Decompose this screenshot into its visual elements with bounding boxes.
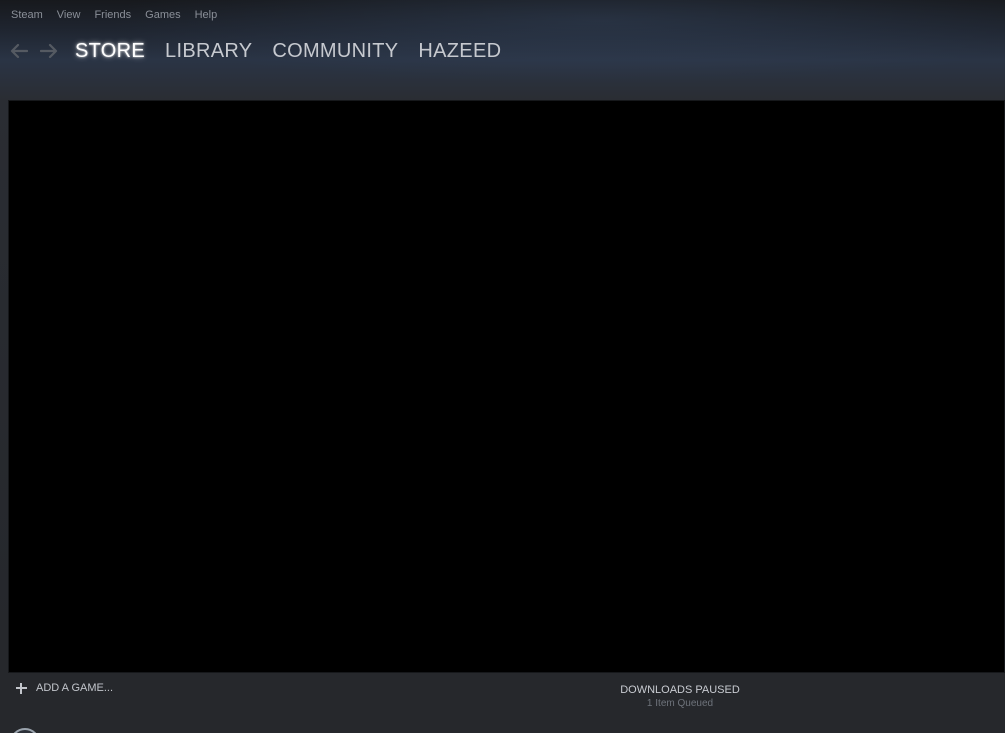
menu-friends[interactable]: Friends: [87, 0, 138, 30]
arrow-right-icon: [40, 43, 58, 59]
back-button[interactable]: [8, 40, 30, 62]
tab-community[interactable]: COMMUNITY: [272, 34, 398, 68]
navigation-bar: STORE LIBRARY COMMUNITY HAZEED: [0, 34, 521, 68]
plus-icon: [16, 682, 27, 694]
downloads-status[interactable]: DOWNLOADS PAUSED 1 Item Queued: [560, 684, 800, 711]
menu-bar: Steam View Friends Games Help: [0, 0, 224, 30]
bottom-bar: ADD A GAME... DOWNLOADS PAUSED 1 Item Qu…: [0, 673, 1005, 733]
add-game-label: ADD A GAME...: [36, 682, 114, 694]
store-content-area[interactable]: [8, 100, 1005, 673]
tab-library[interactable]: LIBRARY: [165, 34, 252, 68]
menu-games[interactable]: Games: [138, 0, 187, 30]
arrow-left-icon: [10, 43, 28, 59]
downloads-status-label: DOWNLOADS PAUSED: [620, 684, 740, 696]
downloads-queue-count: 1 Item Queued: [646, 698, 714, 709]
steam-window: Steam View Friends Games Help STORE LIBR…: [0, 0, 1005, 733]
menu-steam[interactable]: Steam: [4, 0, 50, 30]
tab-store[interactable]: STORE: [75, 34, 145, 68]
forward-button[interactable]: [38, 40, 60, 62]
add-game-button[interactable]: ADD A GAME...: [16, 682, 113, 694]
nav-tabs: STORE LIBRARY COMMUNITY HAZEED: [75, 34, 521, 68]
menu-help[interactable]: Help: [188, 0, 225, 30]
menu-view[interactable]: View: [50, 0, 88, 30]
tab-profile[interactable]: HAZEED: [418, 34, 501, 68]
